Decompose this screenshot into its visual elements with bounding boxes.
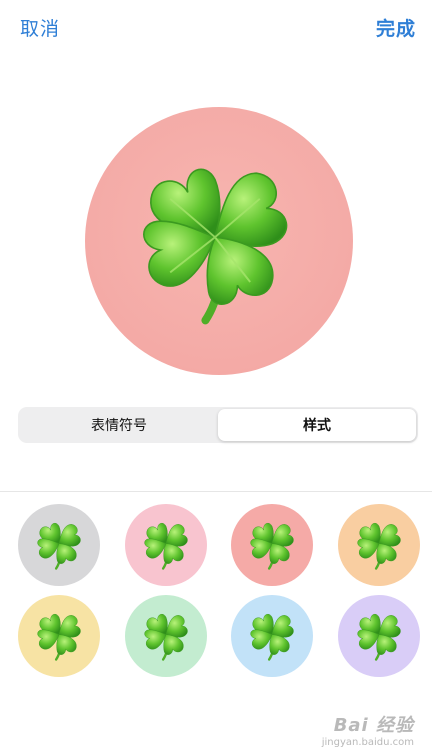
- style-swatch-salmon[interactable]: [231, 504, 313, 586]
- four-leaf-clover-icon: [357, 522, 401, 570]
- four-leaf-clover-icon: [250, 613, 294, 661]
- four-leaf-clover-icon: [250, 522, 294, 570]
- divider: [0, 491, 432, 492]
- four-leaf-clover-icon: [143, 168, 288, 325]
- four-leaf-clover-icon: [144, 613, 188, 661]
- style-swatch-purple[interactable]: [338, 595, 420, 677]
- cancel-button[interactable]: 取消: [20, 14, 60, 41]
- four-leaf-clover-icon: [37, 613, 81, 661]
- style-swatch-gray[interactable]: [18, 504, 100, 586]
- style-swatch-yellow[interactable]: [18, 595, 100, 677]
- selected-avatar-preview: [85, 107, 353, 375]
- four-leaf-clover-icon: [37, 522, 81, 570]
- watermark: Bai 经验 jingyan.baidu.com: [322, 711, 414, 748]
- tab-emoji[interactable]: 表情符号: [20, 409, 218, 441]
- style-swatch-blue[interactable]: [231, 595, 313, 677]
- four-leaf-clover-icon: [144, 522, 188, 570]
- style-swatch-pink[interactable]: [125, 504, 207, 586]
- four-leaf-clover-icon: [357, 613, 401, 661]
- tab-switcher: 表情符号 样式: [18, 407, 418, 443]
- watermark-logo: Bai 经验: [333, 715, 414, 736]
- style-swatch-green[interactable]: [125, 595, 207, 677]
- tab-style[interactable]: 样式: [218, 409, 416, 441]
- watermark-url: jingyan.baidu.com: [321, 737, 414, 748]
- done-button[interactable]: 完成: [376, 14, 416, 41]
- style-swatch-orange[interactable]: [338, 504, 420, 586]
